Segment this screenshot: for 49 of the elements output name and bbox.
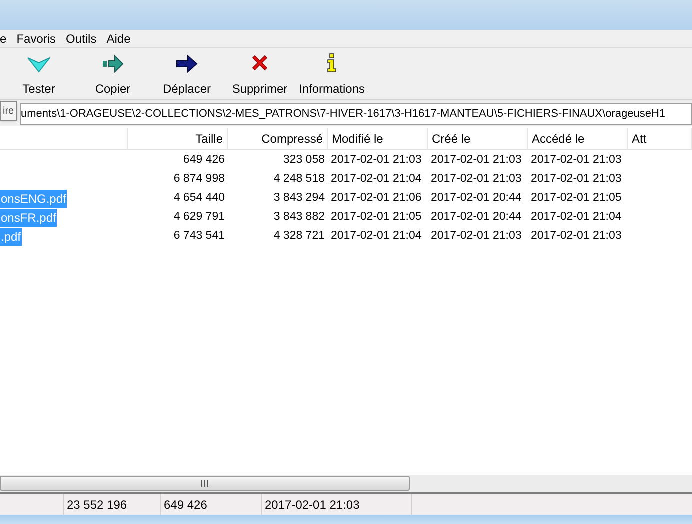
table-cell-text: 2017-02-01 21:03 xyxy=(530,172,623,187)
column-header[interactable]: Compressé xyxy=(228,128,328,149)
table-cell-text: 2017-02-01 21:04 xyxy=(330,172,423,187)
table-cell-text: 2017-02-01 20:44 xyxy=(430,190,523,206)
tooltip: ire xyxy=(0,101,18,121)
menu-item[interactable]: e xyxy=(0,30,7,48)
arrow-right-icon xyxy=(176,55,198,73)
address-field[interactable]: uments\1-ORAGEUSE\2-COLLECTIONS\2-MES_PATRONS\7-HIVER-1617\3-H1617-MANTEAU\5-FICHIERS-FINAUX\orageuseH1 xyxy=(20,103,692,125)
toolbar-button[interactable]: Déplacer xyxy=(150,53,224,98)
table-cell-text: 6 743 541 xyxy=(172,228,226,244)
table-cell-text: 2017-02-01 20:44 xyxy=(430,210,523,225)
table-cell-text: 2017-02-01 21:03 xyxy=(430,172,523,187)
info-icon xyxy=(326,53,338,73)
table-cell-text: 2017-02-01 21:04 xyxy=(330,228,423,244)
column-header[interactable]: Accédé le xyxy=(528,128,628,149)
table-cell-text: 2017-02-01 21:05 xyxy=(330,210,423,225)
table-cell-text: 2017-02-01 21:03 xyxy=(430,228,523,244)
menu-item[interactable]: Favoris xyxy=(16,30,56,48)
table-cell-text: 2017-02-01 21:03 xyxy=(530,228,623,244)
arrow-right-icon xyxy=(102,55,124,73)
menu-item[interactable]: Aide xyxy=(106,30,131,48)
chevron-down-icon xyxy=(27,57,51,73)
table-cell-text: 2017-02-01 21:06 xyxy=(330,190,423,206)
table-cell-text: 4 328 721 xyxy=(272,228,326,244)
column-header[interactable]: Créé le xyxy=(428,128,528,149)
toolbar-button[interactable]: Tester xyxy=(2,53,76,98)
table-row[interactable]: 649 426 323 058 2017-02-01 21:03 2017-02-01 21:03 2017-02-01 21:03 xyxy=(0,151,692,170)
table-cell-text: 4 248 518 xyxy=(272,172,326,187)
table-cell-text: 4 654 440 xyxy=(172,190,226,206)
table-cell-text: 4 629 791 xyxy=(172,210,226,225)
table-cell-text: 2017-02-01 21:05 xyxy=(530,190,623,206)
toolbar-button[interactable]: Supprimer xyxy=(224,53,296,98)
table-cell-text: 2017-02-01 21:03 xyxy=(530,152,623,168)
table-cell-text: 3 843 882 xyxy=(272,210,326,225)
column-header[interactable]: Taille xyxy=(128,128,228,149)
table-cell-text: 6 874 998 xyxy=(172,172,226,187)
table-cell-text: 2017-02-01 21:03 xyxy=(330,152,423,168)
table-cell-text: 649 426 xyxy=(182,152,226,168)
table-cell-text: 3 843 294 xyxy=(272,190,326,206)
toolbar-button[interactable]: Informations xyxy=(296,53,368,98)
close-icon xyxy=(250,53,270,73)
table-cell-text: 2017-02-01 21:04 xyxy=(530,210,623,225)
column-header[interactable]: Att xyxy=(628,128,692,149)
table-cell-text: 2017-02-01 21:03 xyxy=(430,152,523,168)
menu-item[interactable]: Outils xyxy=(66,30,97,48)
table-row[interactable]: 6 874 998 4 248 518 2017-02-01 21:04 2017-02-01 21:03 2017-02-01 21:03 xyxy=(0,170,692,189)
table-cell-text: 323 058 xyxy=(282,152,326,168)
toolbar-button[interactable]: Copier xyxy=(76,53,150,98)
column-header[interactable]: Modifié le xyxy=(328,128,428,149)
